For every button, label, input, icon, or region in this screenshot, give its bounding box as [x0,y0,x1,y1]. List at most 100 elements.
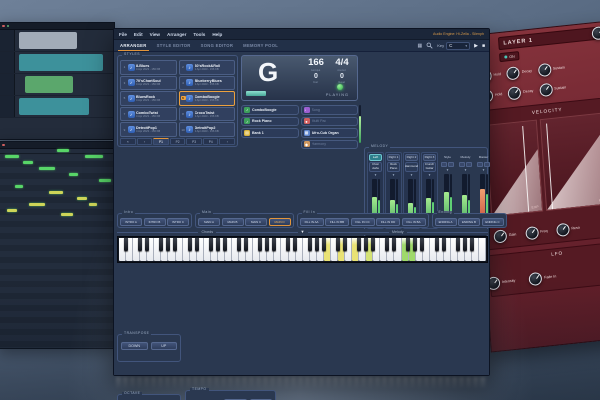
section-fill-in-bb-button[interactable]: FILL IN BB [325,217,349,226]
decay-knob[interactable] [507,86,522,101]
mute-button[interactable] [441,161,447,167]
freq-knob[interactable] [524,225,539,241]
section-main-d-button[interactable]: MAIN D [268,217,291,226]
reso-knob[interactable] [556,222,570,238]
style-item[interactable]: 1 ♪ 8-Blues 4 Apr 2023 - 156 KB [120,60,177,75]
melody-voice-button[interactable]: Hammond [405,161,418,172]
melody-voice-button[interactable]: Crunch Guitar [423,161,436,172]
transpose-up-button[interactable]: UP [150,342,177,350]
melody-channel-header[interactable]: Left [369,154,382,161]
style-item[interactable]: 10 ♪ DetroitPop2 4 Apr 2023 - 156 KB [178,122,235,137]
section-ending-b-button[interactable]: ENDING B [458,217,480,226]
melody-channel-header[interactable]: Right 2 [405,154,418,161]
styles-page-button[interactable]: P4 [202,138,219,145]
decay-knob[interactable] [506,66,521,81]
piano-black-key[interactable] [194,238,199,252]
chevron-down-icon[interactable]: ▾ [441,168,454,172]
tab-song-editor[interactable]: SONG EDITOR [199,40,236,51]
grid-view-icon[interactable]: ▦ [417,43,422,49]
melody-voice-button[interactable]: Rock Piano [387,161,400,172]
piano-black-key[interactable] [173,238,178,252]
styles-page-button[interactable]: P3 [186,138,202,145]
menu-item-help[interactable]: Help [212,32,222,37]
style-item[interactable]: 8 ♪ CrocoTwist 4 Apr 2023 - 156 KB [178,106,235,122]
stop-button[interactable]: ■ [482,43,485,49]
synth-volume-knob[interactable] [591,26,600,41]
piano-black-key[interactable] [286,238,291,252]
piano-black-key[interactable] [208,238,213,252]
menu-item-tools[interactable]: Tools [193,32,205,37]
section-fill-in-dd-button[interactable]: FILL IN DD [376,217,400,226]
piano-black-key[interactable] [385,238,390,252]
section-fill-in-ba-button[interactable]: FILL IN BA [401,217,426,226]
chevron-down-icon[interactable]: ▾ [369,173,382,177]
display-slot-multi-pad[interactable]: ● Multi Pad [300,116,358,126]
piano-black-key[interactable] [272,238,277,252]
section-intro-c-button[interactable]: INTRO C [167,217,189,226]
piano-black-key[interactable] [187,238,192,252]
style-item[interactable]: 9 ♪ DetroitPop1 4 Apr 2023 - 156 KB [120,122,177,137]
piano-black-key[interactable] [124,238,129,252]
piano-white-key[interactable] [479,238,487,261]
solo-button[interactable] [466,161,472,167]
sustain-knob[interactable] [538,82,553,98]
chevron-down-icon[interactable]: ▾ [423,173,436,177]
section-intro-b-button[interactable]: INTRO B [143,217,166,226]
synth-on-button[interactable]: ON [499,51,520,63]
piano-black-key[interactable] [434,238,439,252]
piano-black-key[interactable] [462,238,467,252]
piano-black-key[interactable] [166,238,171,252]
style-item[interactable]: 2 ♪ 60'sRock&Roll 4 Apr 2023 - 156 KB [178,60,235,75]
style-item[interactable]: 3 ♪ 70'sChartSoul 4 Apr 2023 - 156 KB [120,75,177,91]
styles-page-button[interactable]: › [219,138,236,145]
piano-black-key[interactable] [413,238,418,252]
solo-button[interactable] [484,161,490,167]
tab-arranger[interactable]: ARRANGER [118,40,149,51]
section-intro-a-button[interactable]: INTRO A [120,217,142,226]
melody-channel-header[interactable]: Right 1 [387,154,400,161]
menu-item-arranger[interactable]: Arranger [167,32,186,37]
section-main-b-button[interactable]: MAIN B [221,217,244,226]
piano-black-key[interactable] [356,238,361,252]
piano-black-key[interactable] [258,238,263,252]
melody-channel-header[interactable]: Right 3 [423,154,436,161]
split-marker-icon[interactable]: ▼ [301,230,305,234]
section-main-c-button[interactable]: MAIN C [245,217,267,226]
piano-black-key[interactable] [364,238,369,252]
display-slot-harmony[interactable]: ◆ Harmony [300,139,358,149]
piano-black-key[interactable] [455,238,460,252]
search-icon[interactable] [426,42,433,49]
chevron-down-icon[interactable]: ▾ [459,168,472,172]
key-dropdown[interactable]: C ▾ [446,41,471,50]
solo-button[interactable] [448,161,454,167]
tab-style-editor[interactable]: STYLE EDITOR [155,40,193,51]
piano-black-key[interactable] [441,238,446,252]
chevron-down-icon[interactable]: ▾ [477,168,490,172]
piano-black-key[interactable] [159,238,164,252]
display-slot-afro-cub-organ[interactable]: ▦ Afro-Cub Organ [300,128,358,138]
piano-black-key[interactable] [265,238,270,252]
sustain-knob[interactable] [537,62,552,78]
gain-knob[interactable] [493,229,508,244]
piano-black-key[interactable] [236,238,241,252]
menu-item-edit[interactable]: Edit [134,32,143,37]
styles-page-button[interactable]: ‹ [136,138,153,145]
style-item[interactable]: 5 ♪ BluesRock 4 Apr 2023 - 156 KB [120,91,177,106]
piano-black-key[interactable] [392,238,397,252]
piano-black-key[interactable] [222,238,227,252]
display-slot-rock-piano[interactable]: ♪ Rock Piano [241,116,299,126]
section-ending-c-button[interactable]: ENDING C [481,217,504,226]
piano-black-key[interactable] [138,238,143,252]
menu-item-view[interactable]: View [150,32,160,37]
mute-button[interactable] [477,161,483,167]
section-ending-a-button[interactable]: ENDING A [434,217,457,226]
menu-item-file[interactable]: File [119,32,127,37]
piano-black-key[interactable] [321,238,326,252]
style-item[interactable]: 4 ♪ BlueberryBlues 4 Apr 2023 - 156 KB [178,75,235,91]
display-slot-bank-1[interactable]: ▤ Bank 1 [241,128,299,138]
piano-black-key[interactable] [469,238,474,252]
styles-page-button[interactable]: P1 [153,138,169,145]
display-slot-song[interactable]: ♩ Song [300,105,358,115]
styles-page-button[interactable]: « [120,138,136,145]
piano-black-key[interactable] [215,238,220,252]
